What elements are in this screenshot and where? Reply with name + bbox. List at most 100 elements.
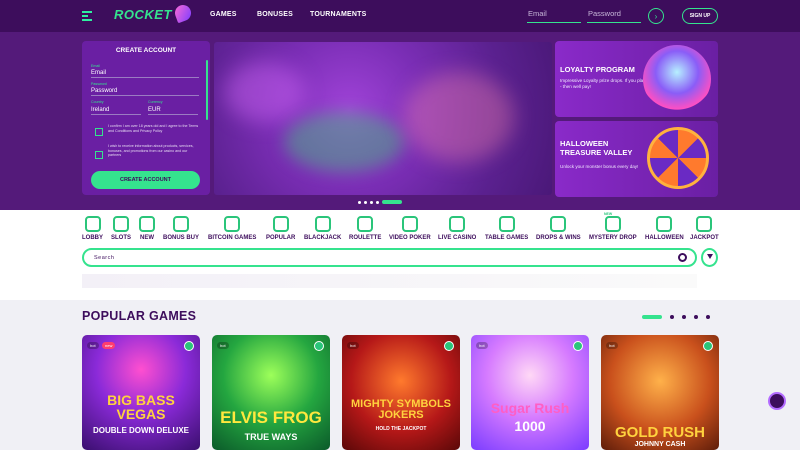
nav-bonuses[interactable]: BONUSES — [257, 11, 293, 18]
pager-dot-active[interactable] — [382, 200, 402, 204]
game-card-mighty-symbols-jokers[interactable]: hot MIGHTY SYMBOLS JOKERS HOLD THE JACKP… — [342, 335, 460, 450]
main-banner[interactable] — [214, 42, 552, 195]
search-icon[interactable] — [678, 253, 687, 262]
pager-dot[interactable] — [682, 315, 686, 319]
game-subtitle: DOUBLE DOWN DELUXE — [93, 426, 189, 435]
game-card-elvis-frog[interactable]: hot ELVIS FROG TRUE WAYS — [212, 335, 330, 450]
pager-dot[interactable] — [358, 200, 361, 204]
fire-icon — [272, 216, 289, 232]
hot-badge: hot — [606, 342, 618, 349]
top-bar: ROCKET GAMES BONUSES TOURNAMENTS Email P… — [0, 0, 800, 32]
category-mystery-drop[interactable]: MYSTERY DROP — [589, 216, 637, 241]
game-card-gold-rush[interactable]: hot GOLD RUSH JOHNNY CASH — [601, 335, 719, 450]
pager-dot[interactable] — [364, 200, 367, 204]
email-label: Email — [91, 64, 100, 68]
category-blackjack[interactable]: BLACKJACK — [304, 216, 341, 241]
hot-badge: hot — [87, 342, 99, 349]
banner-glow — [404, 72, 514, 162]
game-card-big-bass-vegas[interactable]: hot new BIG BASS VEGAS DOUBLE DOWN DELUX… — [82, 335, 200, 450]
game-title: ELVIS FROG — [220, 408, 322, 427]
promo-loyalty[interactable]: LOYALTY PROGRAM Impressive Loyalty prize… — [555, 41, 718, 117]
game-subtitle: 1000 — [514, 418, 546, 434]
new-icon — [139, 216, 155, 232]
new-badge: new — [102, 342, 116, 349]
promo-text: Impressive Loyalty prize drops. If you p… — [560, 78, 646, 90]
filter-button[interactable] — [701, 248, 718, 267]
nav-games[interactable]: GAMES — [210, 11, 237, 18]
game-title: BIG BASS VEGAS — [107, 392, 175, 422]
category-bitcoin-games[interactable]: BITCOIN GAMES — [208, 216, 256, 241]
currency-label: Currency — [148, 100, 163, 104]
terms-checkbox[interactable] — [95, 128, 103, 136]
popular-pager[interactable] — [642, 315, 710, 319]
game-subtitle: TRUE WAYS — [244, 432, 298, 442]
country-label: Country — [91, 100, 104, 104]
category-table-games[interactable]: TABLE GAMES — [485, 216, 528, 241]
provider-icon — [444, 341, 454, 351]
category-halloween[interactable]: HALLOWEEN — [645, 216, 684, 241]
wheel-art-image — [647, 127, 709, 189]
logo[interactable]: ROCKET — [114, 7, 172, 22]
pager-dot[interactable] — [706, 315, 710, 319]
email-field[interactable]: Email — [527, 9, 581, 23]
category-drops-wins[interactable]: DROPS & WINS — [536, 216, 581, 241]
promo-halloween[interactable]: HALLOWEEN TREASURE VALLEY Unlock your mo… — [555, 121, 718, 197]
promo-consent-text: I wish to receive information about prod… — [108, 144, 194, 158]
provider-icon — [573, 341, 583, 351]
category-slots[interactable]: SLOTS — [111, 216, 131, 241]
club-icon — [314, 216, 331, 232]
pager-dot-active[interactable] — [642, 315, 662, 319]
hot-badge: hot — [217, 342, 229, 349]
bitcoin-icon — [224, 216, 241, 232]
country-select[interactable]: Ireland — [91, 107, 141, 115]
game-title: GOLD RUSH — [615, 424, 705, 441]
loading-bar — [82, 274, 697, 288]
pager-dot[interactable] — [670, 315, 674, 319]
signup-email-input[interactable]: Email — [91, 70, 199, 78]
game-card-sugar-rush[interactable]: hot Sugar Rush 1000 — [471, 335, 589, 450]
slots-icon — [113, 216, 129, 232]
hot-badge: hot — [476, 342, 488, 349]
pager-dot[interactable] — [370, 200, 373, 204]
popular-games-title: POPULAR GAMES — [82, 309, 197, 323]
pager-dot[interactable] — [694, 315, 698, 319]
currency-select[interactable]: EUR — [148, 107, 198, 115]
form-scrollbar[interactable] — [206, 60, 208, 120]
create-account-title: CREATE ACCOUNT — [115, 47, 177, 54]
mystery-icon — [604, 216, 621, 232]
category-jackpot[interactable]: JACKPOT — [690, 216, 719, 241]
search-placeholder: Search — [94, 255, 115, 261]
category-video-poker[interactable]: VIDEO POKER — [389, 216, 431, 241]
pager-dot[interactable] — [376, 200, 379, 204]
promo-text: Unlock your monster bonus every day! — [560, 164, 639, 169]
promo-checkbox[interactable] — [95, 151, 103, 159]
jackpot-icon — [696, 216, 713, 232]
bonus-buy-icon — [173, 216, 189, 232]
pumpkin-icon — [656, 216, 673, 232]
category-popular[interactable]: POPULAR — [266, 216, 295, 241]
game-title: MIGHTY SYMBOLS JOKERS — [350, 398, 452, 421]
create-account-button[interactable]: CREATE ACCOUNT — [91, 171, 200, 189]
banner-pager[interactable] — [358, 200, 402, 204]
category-roulette[interactable]: ROULETTE — [349, 216, 381, 241]
login-submit-button[interactable]: › — [648, 8, 664, 24]
support-chat-button[interactable] — [763, 392, 791, 414]
menu-icon[interactable] — [82, 11, 92, 21]
sign-up-button[interactable]: SIGN UP — [682, 8, 718, 24]
live-icon — [449, 216, 466, 232]
table-icon — [498, 216, 515, 232]
search-bar[interactable]: Search — [82, 248, 697, 267]
hot-badge: hot — [347, 342, 359, 349]
game-subtitle: JOHNNY CASH — [634, 441, 686, 448]
provider-icon — [703, 341, 713, 351]
play-icon — [401, 216, 418, 232]
category-new[interactable]: NEW — [139, 216, 155, 241]
promo-title: LOYALTY PROGRAM — [560, 65, 635, 74]
signup-password-input[interactable]: Password — [91, 88, 199, 96]
password-field[interactable]: Password — [587, 9, 641, 23]
category-bonus-buy[interactable]: BONUS BUY — [163, 216, 199, 241]
category-live-casino[interactable]: LIVE CASINO — [438, 216, 476, 241]
nav-tournaments[interactable]: TOURNAMENTS — [310, 11, 367, 18]
category-lobby[interactable]: LOBBY — [82, 216, 103, 241]
rocket-logo-icon — [172, 2, 194, 24]
